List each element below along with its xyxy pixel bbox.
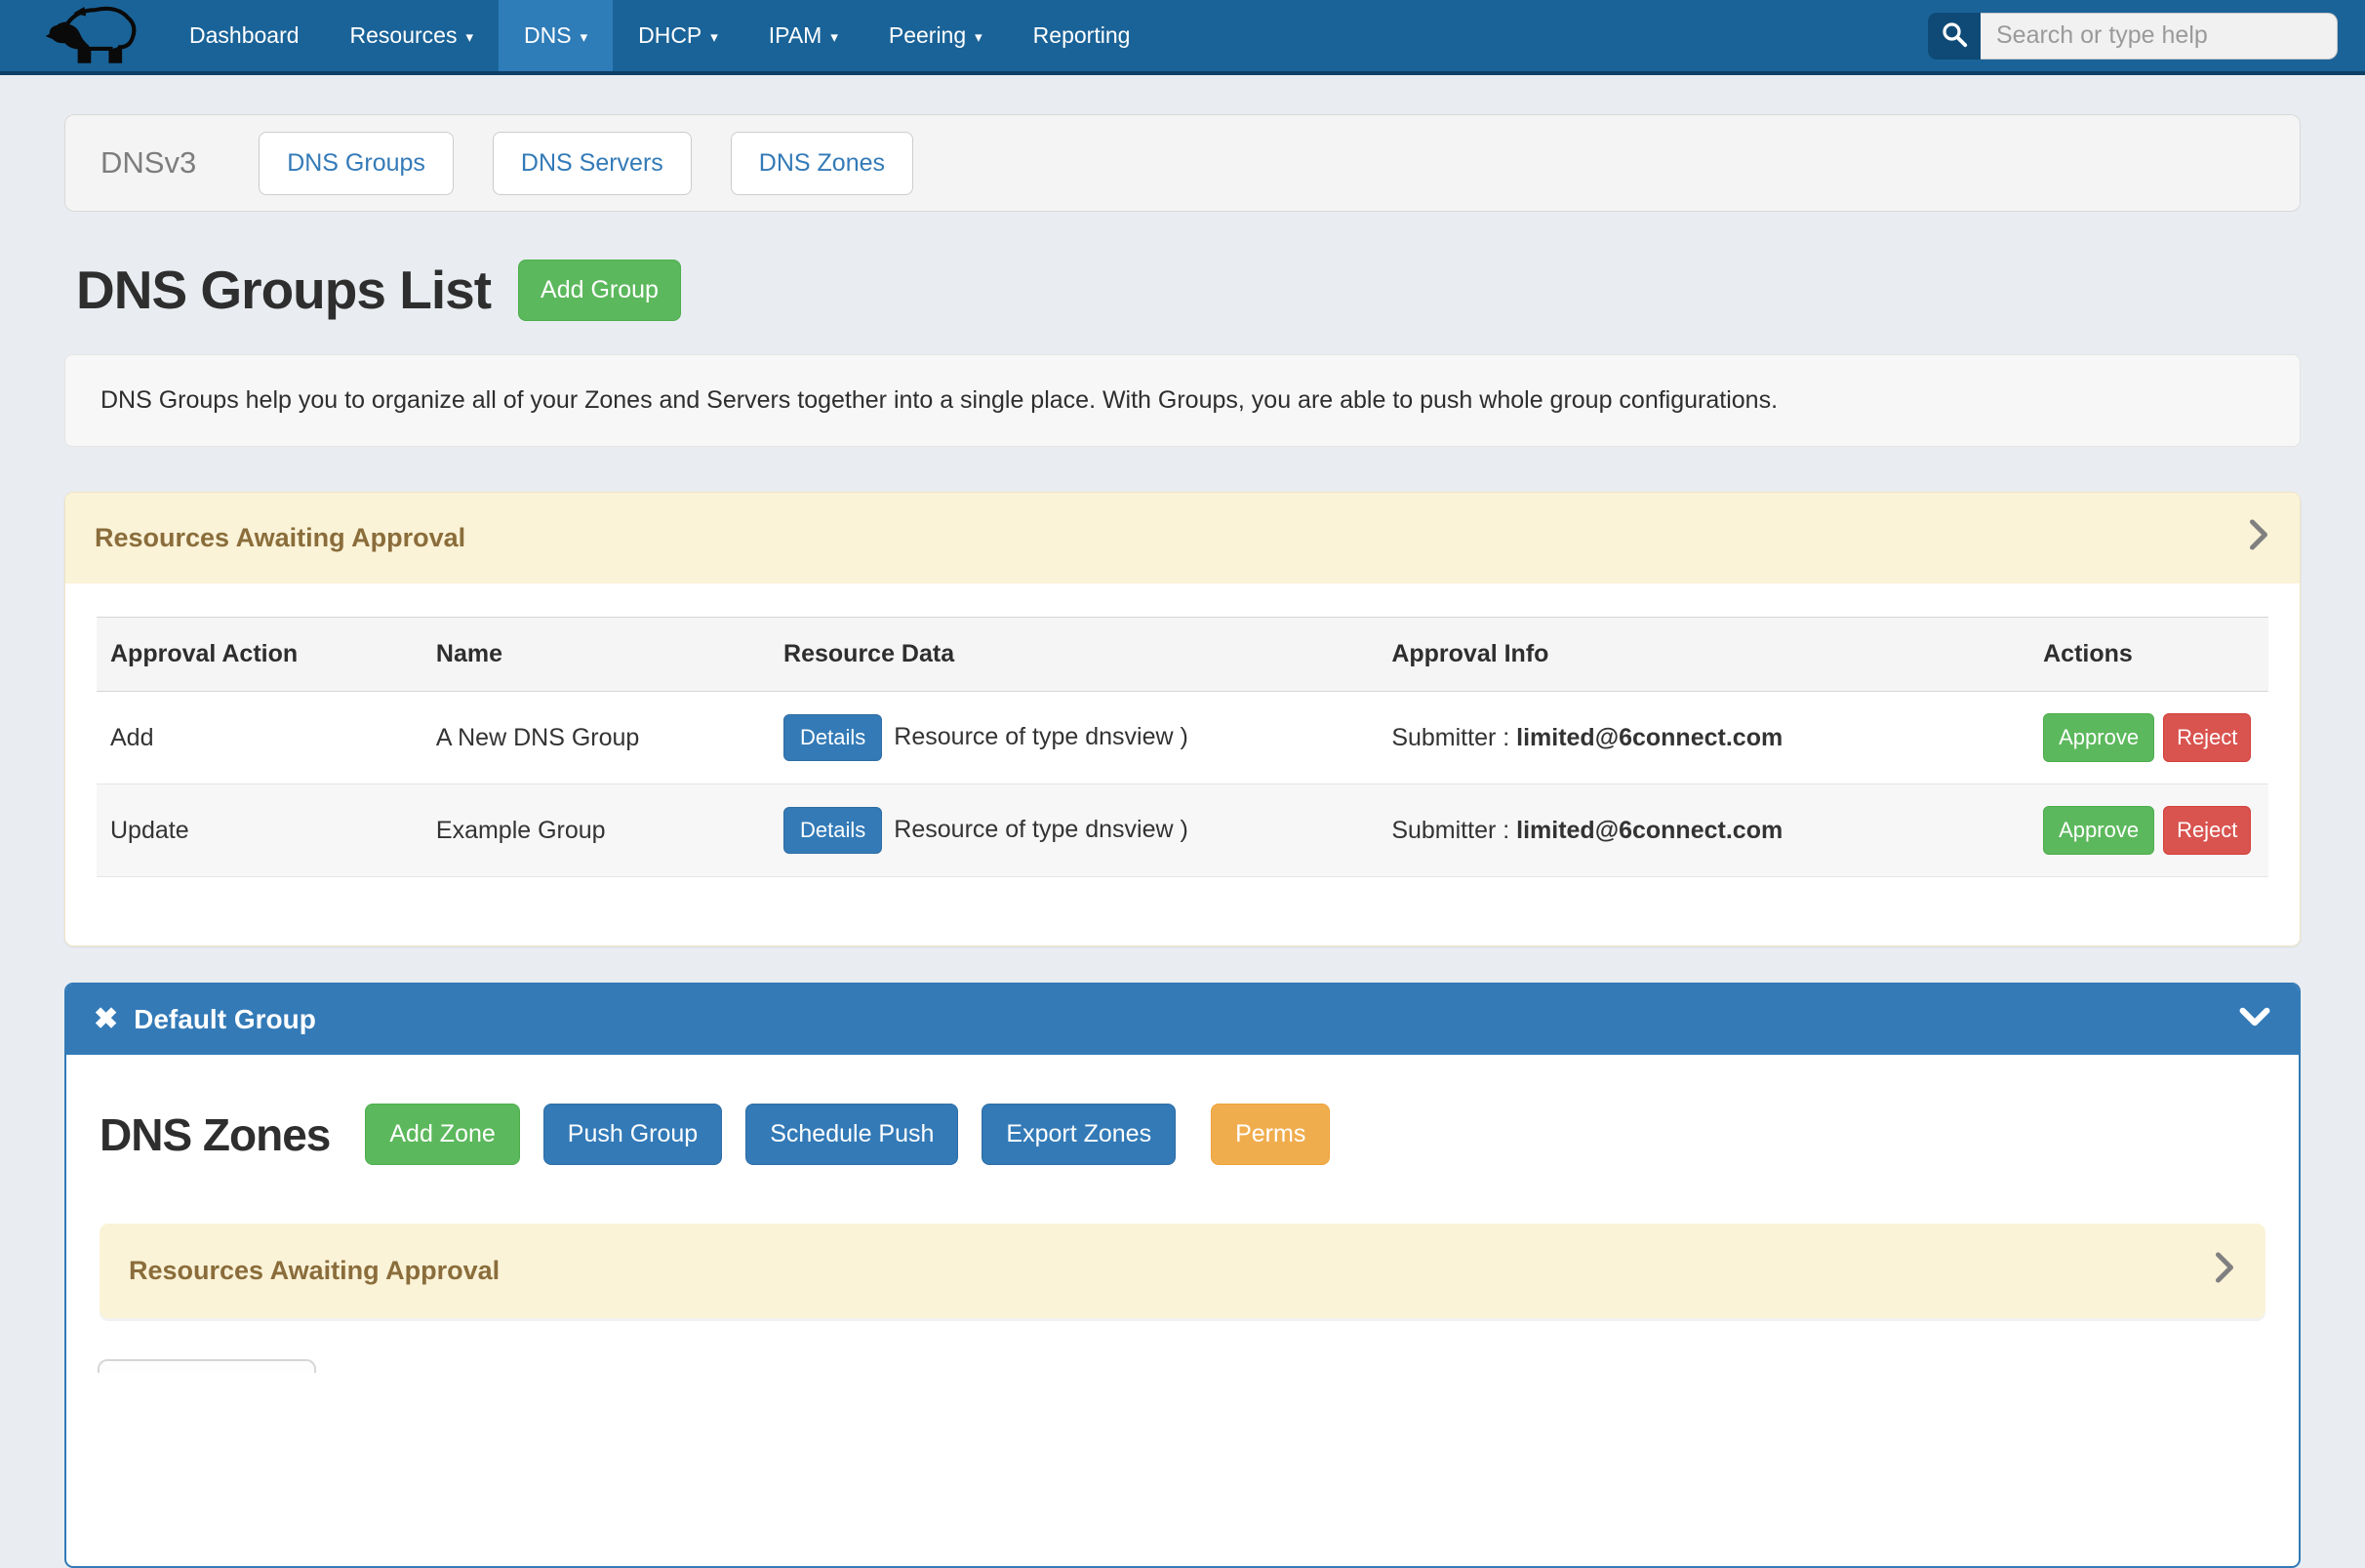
chevron-down-icon bbox=[2238, 1004, 2271, 1035]
cell-name: Example Group bbox=[422, 784, 770, 877]
export-zones-button[interactable]: Export Zones bbox=[982, 1104, 1176, 1165]
cell-resource-data: Details Resource of type dnsview ) bbox=[770, 692, 1378, 784]
resource-text: Resource of type dnsview ) bbox=[894, 816, 1188, 843]
cell-resource-data: Details Resource of type dnsview ) bbox=[770, 784, 1378, 877]
submitter-label: Submitter : bbox=[1391, 724, 1509, 751]
approval-panel-body: Approval Action Name Resource Data Appro… bbox=[65, 583, 2300, 945]
nav-menu: Dashboard Resources ▾ DNS ▾ DHCP ▾ IPAM … bbox=[164, 0, 1155, 71]
nav-label: Reporting bbox=[1033, 22, 1131, 49]
resource-text: Resource of type dnsview ) bbox=[894, 723, 1188, 750]
column-header-actions: Actions bbox=[2029, 618, 2268, 692]
cell-actions: Approve Reject bbox=[2029, 692, 2268, 784]
partially-visible-element bbox=[98, 1359, 316, 1373]
schedule-push-button[interactable]: Schedule Push bbox=[745, 1104, 958, 1165]
approval-table: Approval Action Name Resource Data Appro… bbox=[97, 617, 2268, 877]
submitter-label: Submitter : bbox=[1391, 817, 1509, 844]
nav-item-dashboard[interactable]: Dashboard bbox=[164, 0, 325, 71]
dns-zones-title: DNS Zones bbox=[100, 1108, 330, 1161]
reject-button[interactable]: Reject bbox=[2163, 806, 2251, 855]
close-icon[interactable]: ✖ bbox=[94, 1005, 118, 1034]
approval-panel: Resources Awaiting Approval Approval Act… bbox=[64, 492, 2301, 946]
details-button[interactable]: Details bbox=[783, 714, 882, 761]
cell-actions: Approve Reject bbox=[2029, 784, 2268, 877]
caret-down-icon: ▾ bbox=[710, 30, 718, 45]
chevron-right-icon bbox=[2247, 517, 2270, 559]
column-header-name: Name bbox=[422, 618, 770, 692]
group-approval-title: Resources Awaiting Approval bbox=[129, 1256, 500, 1286]
dns-zones-heading-row: DNS Zones Add Zone Push Group Schedule P… bbox=[66, 1055, 2299, 1165]
dns-groups-button[interactable]: DNS Groups bbox=[259, 132, 454, 195]
default-group-header[interactable]: ✖ Default Group bbox=[66, 985, 2299, 1055]
approval-panel-header[interactable]: Resources Awaiting Approval bbox=[65, 493, 2300, 583]
caret-down-icon: ▾ bbox=[465, 30, 473, 45]
top-navbar: Dashboard Resources ▾ DNS ▾ DHCP ▾ IPAM … bbox=[0, 0, 2365, 75]
approve-button[interactable]: Approve bbox=[2043, 806, 2154, 855]
nav-item-peering[interactable]: Peering ▾ bbox=[863, 0, 1008, 71]
brand-logo[interactable] bbox=[35, 0, 164, 71]
push-group-button[interactable]: Push Group bbox=[543, 1104, 722, 1165]
chevron-right-icon bbox=[2213, 1250, 2236, 1292]
cell-approval-info: Submitter : limited@6connect.com bbox=[1378, 692, 2029, 784]
nav-label: Dashboard bbox=[189, 22, 300, 49]
search-input[interactable] bbox=[1981, 13, 2338, 60]
add-zone-button[interactable]: Add Zone bbox=[365, 1104, 519, 1165]
dns-zones-button[interactable]: DNS Zones bbox=[731, 132, 913, 195]
column-header-resource-data: Resource Data bbox=[770, 618, 1378, 692]
nav-label: DHCP bbox=[638, 22, 701, 49]
approve-button[interactable]: Approve bbox=[2043, 713, 2154, 762]
reject-button[interactable]: Reject bbox=[2163, 713, 2251, 762]
caret-down-icon: ▾ bbox=[975, 30, 982, 45]
details-button[interactable]: Details bbox=[783, 807, 882, 854]
approval-table-header-row: Approval Action Name Resource Data Appro… bbox=[97, 618, 2268, 692]
search-button[interactable] bbox=[1928, 13, 1981, 60]
caret-down-icon: ▾ bbox=[581, 30, 588, 45]
global-search bbox=[1928, 13, 2338, 60]
approval-panel-title: Resources Awaiting Approval bbox=[95, 523, 465, 553]
column-header-approval-info: Approval Info bbox=[1378, 618, 2029, 692]
nav-item-reporting[interactable]: Reporting bbox=[1008, 0, 1156, 71]
submitter-email: limited@6connect.com bbox=[1516, 817, 1783, 844]
nav-label: Peering bbox=[889, 22, 966, 49]
default-group-title: Default Group bbox=[134, 1004, 316, 1035]
search-icon bbox=[1940, 20, 1969, 52]
nav-label: DNS bbox=[524, 22, 572, 49]
page-description: DNS Groups help you to organize all of y… bbox=[64, 354, 2301, 447]
rhino-logo-icon bbox=[43, 0, 144, 72]
page-title: DNS Groups List bbox=[76, 259, 491, 321]
dnsv3-subnav: DNSv3 DNS Groups DNS Servers DNS Zones bbox=[64, 114, 2301, 212]
default-group-panel: ✖ Default Group DNS Zones Add Zone Push … bbox=[64, 983, 2301, 1568]
cell-approval-action: Add bbox=[97, 692, 422, 784]
add-group-button[interactable]: Add Group bbox=[518, 260, 681, 321]
table-row: Update Example Group Details Resource of … bbox=[97, 784, 2268, 877]
page-heading-row: DNS Groups List Add Group bbox=[76, 259, 2301, 321]
nav-item-dhcp[interactable]: DHCP ▾ bbox=[613, 0, 743, 71]
cell-name: A New DNS Group bbox=[422, 692, 770, 784]
dnsv3-title: DNSv3 bbox=[100, 145, 196, 181]
table-row: Add A New DNS Group Details Resource of t… bbox=[97, 692, 2268, 784]
group-approval-panel-header[interactable]: Resources Awaiting Approval bbox=[100, 1224, 2265, 1318]
cell-approval-info: Submitter : limited@6connect.com bbox=[1378, 784, 2029, 877]
submitter-email: limited@6connect.com bbox=[1516, 724, 1783, 751]
nav-label: Resources bbox=[350, 22, 458, 49]
nav-label: IPAM bbox=[769, 22, 822, 49]
caret-down-icon: ▾ bbox=[830, 30, 838, 45]
default-group-body: DNS Zones Add Zone Push Group Schedule P… bbox=[66, 1055, 2299, 1373]
nav-item-ipam[interactable]: IPAM ▾ bbox=[743, 0, 863, 71]
column-header-approval-action: Approval Action bbox=[97, 618, 422, 692]
cell-approval-action: Update bbox=[97, 784, 422, 877]
dns-servers-button[interactable]: DNS Servers bbox=[493, 132, 692, 195]
nav-item-dns[interactable]: DNS ▾ bbox=[499, 0, 613, 71]
perms-button[interactable]: Perms bbox=[1211, 1104, 1330, 1165]
nav-item-resources[interactable]: Resources ▾ bbox=[325, 0, 499, 71]
